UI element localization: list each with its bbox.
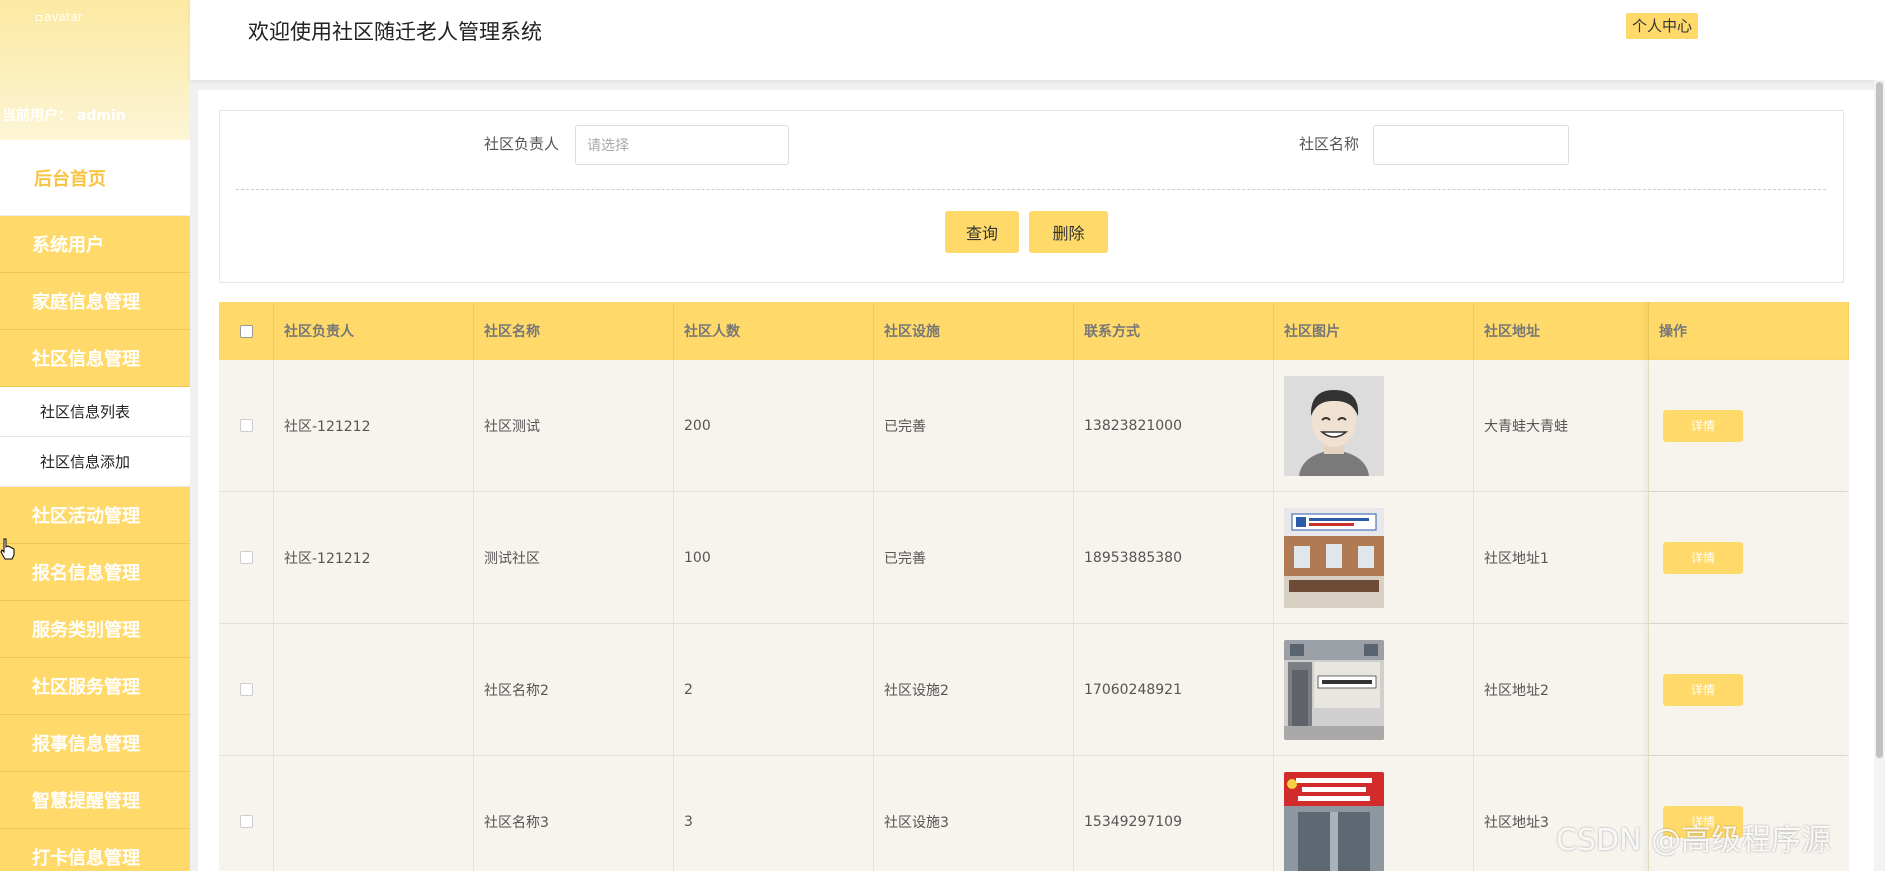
avatar-alt-text: avatar [44, 10, 83, 24]
sidebar-item-registration[interactable]: 报名信息管理 [0, 544, 190, 601]
current-user-label: 当前用户： admin [2, 108, 126, 124]
cell-phone: 13823821000 [1074, 360, 1274, 491]
query-button[interactable]: 查询 [945, 211, 1019, 253]
column-header: 操作 [1649, 302, 1849, 360]
cell-facility: 已完善 [874, 492, 1074, 623]
cell-phone: 15349297109 [1074, 756, 1274, 871]
sidebar-item-community-activity[interactable]: 社区活动管理 [0, 487, 190, 544]
community-image-avatar [1284, 375, 1384, 476]
sidebar-item-incident-report[interactable]: 报事信息管理 [0, 715, 190, 772]
cell-name: 社区名称2 [474, 624, 674, 755]
delete-button[interactable]: 删除 [1029, 211, 1108, 253]
column-header: 社区人数 [674, 302, 874, 360]
cell-manager [274, 756, 474, 871]
cell-facility: 已完善 [874, 360, 1074, 491]
cell-count: 2 [674, 624, 874, 755]
table-header-row: 社区负责人 社区名称 社区人数 社区设施 联系方式 社区图片 社区地址 操作 [219, 302, 1849, 360]
sidebar-item-community-info[interactable]: 社区信息管理 [0, 330, 190, 387]
cell-address: 社区地址2 [1474, 624, 1649, 755]
row-checkbox[interactable] [239, 551, 253, 564]
cell-action: 详情 [1649, 360, 1849, 491]
community-image-interior [1284, 507, 1384, 608]
detail-button[interactable]: 详情 [1663, 409, 1743, 442]
search-form: 社区负责人 请选择 社区名称 查询 删除 [219, 110, 1844, 283]
page-title: 欢迎使用社区随迁老人管理系统 [248, 20, 542, 44]
cell-address: 社区地址1 [1474, 492, 1649, 623]
community-name-label: 社区名称 [1299, 135, 1360, 153]
column-header: 社区地址 [1474, 302, 1649, 360]
cell-manager [274, 624, 474, 755]
cell-name: 社区测试 [474, 360, 674, 491]
row-checkbox-cell [219, 756, 274, 871]
column-header: 社区图片 [1274, 302, 1474, 360]
broken-image-icon [36, 14, 42, 21]
cell-name: 社区名称3 [474, 756, 674, 871]
row-checkbox-cell [219, 360, 274, 491]
sidebar-subitem-community-add[interactable]: 社区信息添加 [0, 437, 190, 487]
table-row: 社区-121212 测试社区 100 已完善 18953885380 社区地址1… [219, 492, 1849, 624]
column-header: 联系方式 [1074, 302, 1274, 360]
column-header: 社区名称 [474, 302, 674, 360]
cell-count: 3 [674, 756, 874, 871]
community-image-storefront [1284, 771, 1384, 871]
sidebar-item-family-info[interactable]: 家庭信息管理 [0, 273, 190, 330]
sidebar-item-community-service[interactable]: 社区服务管理 [0, 658, 190, 715]
row-checkbox-cell [219, 492, 274, 623]
sidebar-item-home[interactable]: 后台首页 [0, 140, 190, 216]
watermark: CSDN @高级程序源 [1556, 823, 1832, 858]
cell-name: 测试社区 [474, 492, 674, 623]
cell-action: 详情 [1649, 492, 1849, 623]
table-row: 社区名称2 2 社区设施2 17060248921 社区地址2 详情 [219, 624, 1849, 756]
detail-button[interactable]: 详情 [1663, 673, 1743, 706]
column-header: 社区负责人 [274, 302, 474, 360]
select-all-checkbox[interactable] [239, 324, 253, 338]
divider [236, 189, 1826, 190]
main-content: 社区负责人 请选择 社区名称 查询 删除 社区负责人 社区名称 社区人数 社区设… [198, 90, 1875, 871]
sidebar-item-service-category[interactable]: 服务类别管理 [0, 601, 190, 658]
community-name-input[interactable] [1373, 125, 1569, 165]
cell-manager: 社区-121212 [274, 492, 474, 623]
sidebar-item-system-users[interactable]: 系统用户 [0, 216, 190, 273]
vertical-scrollbar[interactable] [1874, 80, 1885, 871]
table-row: 社区-121212 社区测试 200 已完善 13823821000 大青蛙大青… [219, 360, 1849, 492]
select-all-cell [219, 302, 274, 360]
scrollbar-thumb[interactable] [1876, 82, 1883, 758]
personal-center-button[interactable]: 个人中心 [1626, 13, 1699, 39]
cell-phone: 17060248921 [1074, 624, 1274, 755]
cell-action: 详情 [1649, 624, 1849, 755]
cell-count: 100 [674, 492, 874, 623]
sidebar-item-smart-reminder[interactable]: 智慧提醒管理 [0, 772, 190, 829]
row-checkbox[interactable] [239, 419, 253, 432]
cell-image [1274, 624, 1474, 755]
cell-image [1274, 360, 1474, 491]
manager-select[interactable]: 请选择 [575, 125, 789, 165]
sidebar-item-check-in[interactable]: 打卡信息管理 [0, 829, 190, 871]
row-checkbox-cell [219, 624, 274, 755]
manager-label: 社区负责人 [484, 135, 560, 153]
sidebar-user-panel: avatar 当前用户： admin [0, 0, 190, 140]
community-table: 社区负责人 社区名称 社区人数 社区设施 联系方式 社区图片 社区地址 操作 社… [219, 302, 1849, 871]
detail-button[interactable]: 详情 [1663, 541, 1743, 574]
cell-facility: 社区设施2 [874, 624, 1074, 755]
cell-manager: 社区-121212 [274, 360, 474, 491]
community-image-building [1284, 639, 1384, 740]
sidebar-subitem-community-list[interactable]: 社区信息列表 [0, 387, 190, 437]
hand-cursor-icon [0, 538, 16, 564]
cell-count: 200 [674, 360, 874, 491]
row-checkbox[interactable] [239, 683, 253, 696]
row-checkbox[interactable] [239, 815, 253, 828]
sidebar: avatar 当前用户： admin 后台首页 系统用户 家庭信息管理 社区信息… [0, 0, 190, 871]
cell-facility: 社区设施3 [874, 756, 1074, 871]
cell-address: 大青蛙大青蛙 [1474, 360, 1649, 491]
cell-phone: 18953885380 [1074, 492, 1274, 623]
cell-image [1274, 492, 1474, 623]
top-header: 欢迎使用社区随迁老人管理系统 个人中心 [190, 0, 1885, 80]
cell-image [1274, 756, 1474, 871]
column-header: 社区设施 [874, 302, 1074, 360]
avatar: avatar [36, 10, 83, 24]
